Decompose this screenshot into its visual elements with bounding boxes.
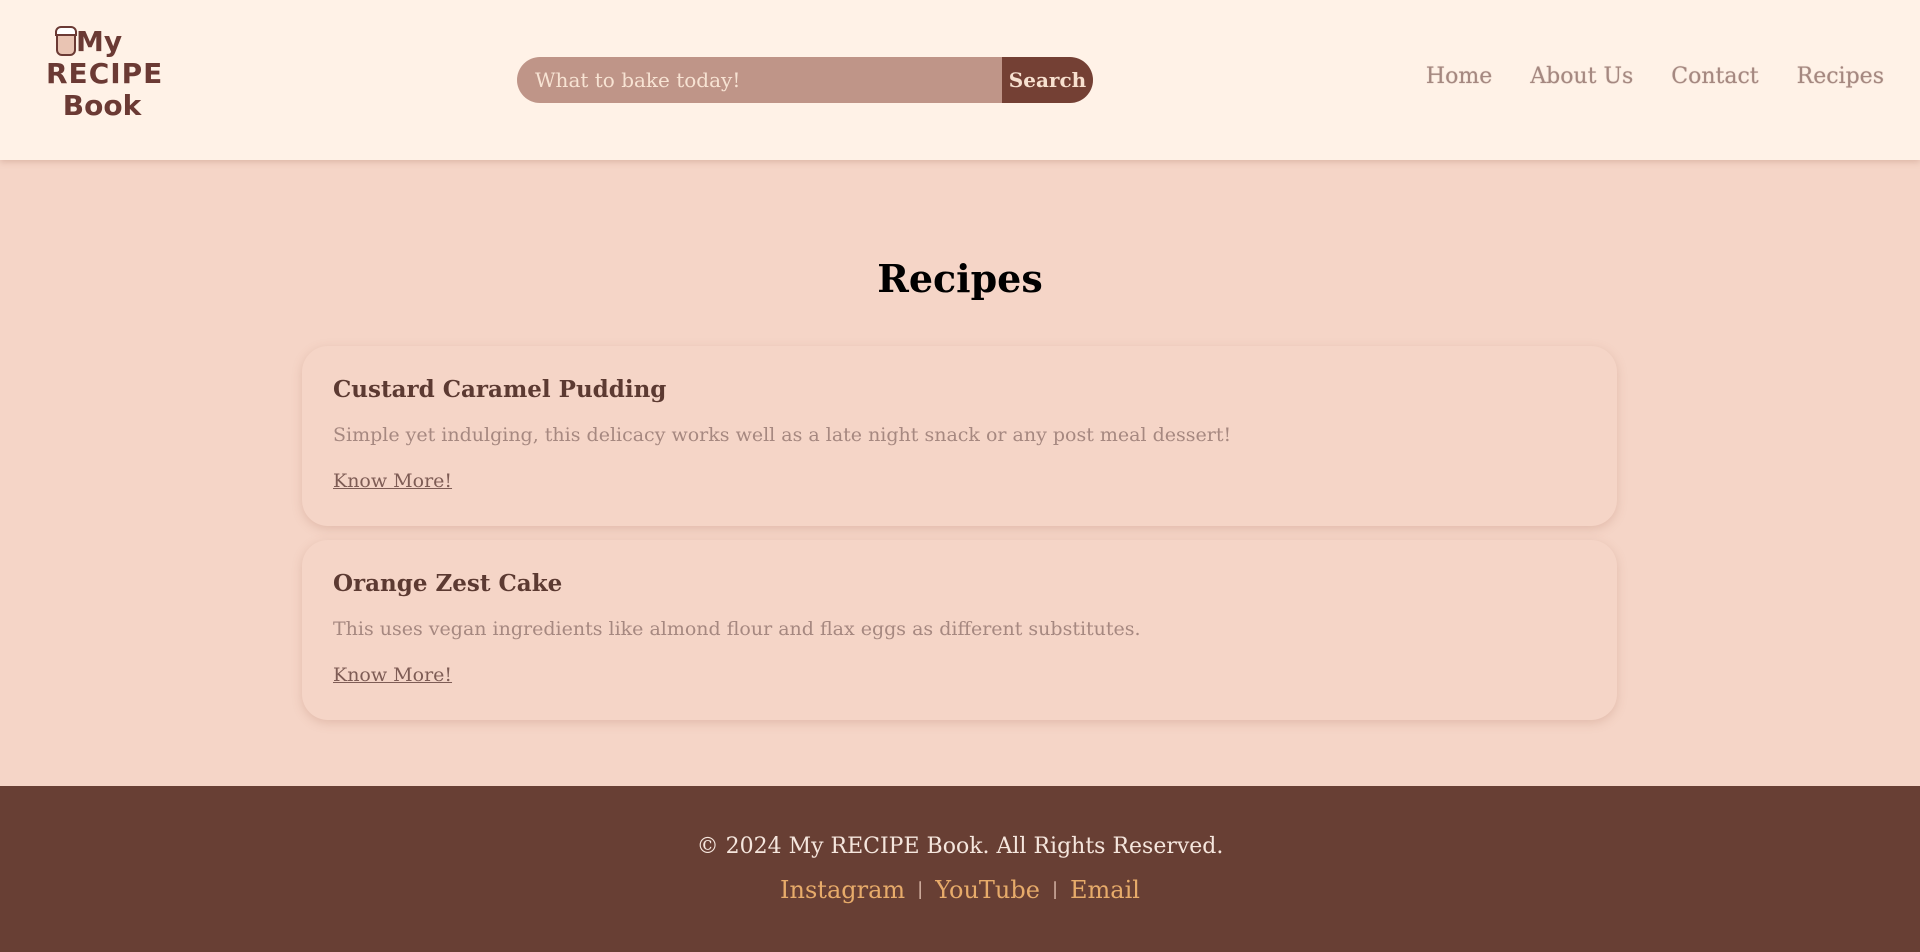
copyright-text: © 2024 My RECIPE Book. All Rights Reserv… bbox=[696, 834, 1224, 859]
nav-link-home[interactable]: Home bbox=[1426, 64, 1492, 89]
cupcake-logo-icon bbox=[55, 26, 77, 56]
search-button[interactable]: Search bbox=[1002, 57, 1093, 103]
email-link[interactable]: Email bbox=[1070, 876, 1140, 904]
nav-link-contact[interactable]: Contact bbox=[1671, 64, 1758, 89]
social-links: Instagram | YouTube | Email bbox=[0, 876, 1920, 904]
nav-link-about-us[interactable]: About Us bbox=[1530, 64, 1633, 89]
know-more-link[interactable]: Know More! bbox=[333, 664, 452, 686]
youtube-link[interactable]: YouTube bbox=[935, 876, 1040, 904]
recipe-title: Custard Caramel Pudding bbox=[333, 376, 667, 403]
site-footer: © 2024 My RECIPE Book. All Rights Reserv… bbox=[0, 786, 1920, 952]
search-bar: Search bbox=[517, 57, 1093, 103]
instagram-link[interactable]: Instagram bbox=[780, 876, 905, 904]
recipe-description: This uses vegan ingredients like almond … bbox=[333, 618, 1141, 640]
main-nav: Home About Us Contact Recipes bbox=[1426, 64, 1884, 89]
recipe-description: Simple yet indulging, this delicacy work… bbox=[333, 424, 1232, 446]
link-separator: | bbox=[1051, 879, 1059, 900]
site-logo[interactable]: My RECIPE Book bbox=[46, 24, 164, 130]
main-content: Recipes Custard Caramel Pudding Simple y… bbox=[0, 160, 1920, 786]
link-separator: | bbox=[917, 879, 924, 900]
logo-text-line-2: RECIPE bbox=[46, 57, 164, 90]
logo-text-line-1: My bbox=[76, 25, 123, 58]
search-input[interactable] bbox=[517, 57, 1002, 103]
recipe-card: Orange Zest Cake This uses vegan ingredi… bbox=[302, 540, 1617, 720]
recipe-card: Custard Caramel Pudding Simple yet indul… bbox=[302, 346, 1617, 526]
nav-link-recipes[interactable]: Recipes bbox=[1797, 64, 1884, 89]
logo-text-line-3: Book bbox=[62, 89, 142, 122]
page-title: Recipes bbox=[877, 256, 1043, 301]
recipe-title: Orange Zest Cake bbox=[333, 570, 563, 597]
know-more-link[interactable]: Know More! bbox=[333, 470, 452, 492]
site-header: My RECIPE Book Search Home About Us Cont… bbox=[0, 0, 1920, 160]
